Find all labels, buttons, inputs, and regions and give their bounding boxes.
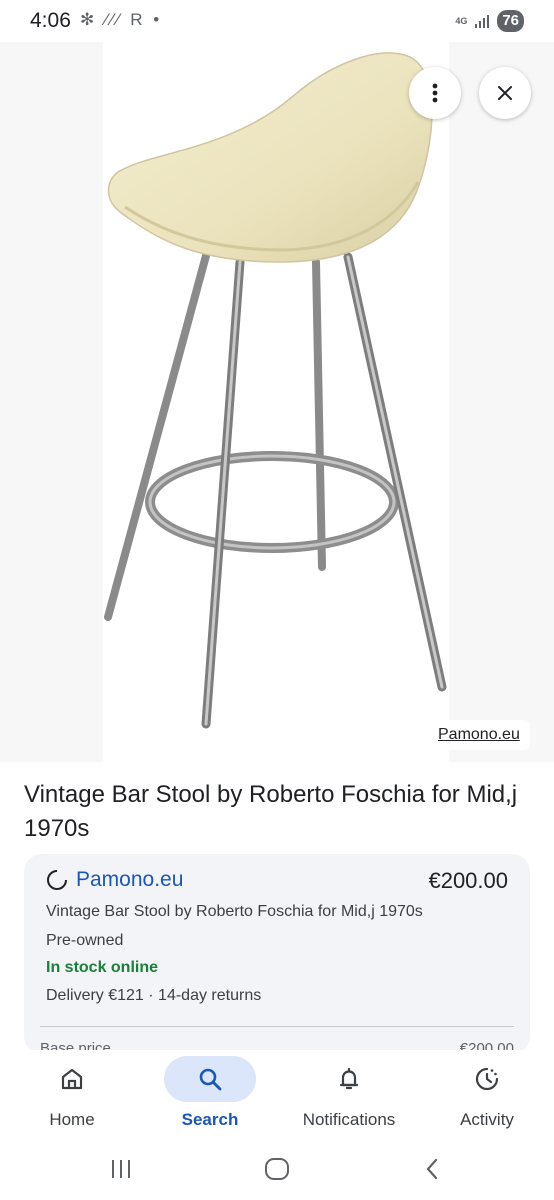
nav-search-pill: [164, 1056, 256, 1102]
delivery-info: Delivery €121 · 14-day returns: [46, 987, 262, 1004]
home-circle-icon: [265, 1158, 289, 1180]
nav-search-label: Search: [181, 1110, 239, 1129]
nav-home-pill: [26, 1056, 118, 1102]
recent-apps-icon: [112, 1160, 130, 1178]
nav-activity[interactable]: Activity: [415, 1054, 553, 1138]
merchant-logo-icon: [47, 869, 68, 890]
home-system-button[interactable]: [257, 1154, 297, 1184]
stock-status: In stock online: [46, 959, 159, 976]
recent-apps-button[interactable]: [101, 1154, 141, 1184]
nav-search[interactable]: Search: [138, 1054, 276, 1138]
card-divider: [40, 1026, 514, 1027]
nav-notifications-label: Notifications: [302, 1110, 396, 1129]
image-source-link[interactable]: Pamono.eu: [428, 720, 530, 750]
home-icon: [61, 1068, 83, 1090]
product-title: Vintage Bar Stool by Roberto Foschia for…: [24, 781, 518, 842]
bar-stool-image: [104, 52, 447, 729]
bell-icon: [339, 1067, 359, 1090]
status-bar: 4:06 ✻ ⁄⁄⁄ R • 4G 76: [0, 0, 554, 42]
condition-label: Pre-owned: [46, 932, 124, 949]
network-type: 4G: [455, 15, 468, 26]
nav-activity-label: Activity: [460, 1110, 514, 1129]
battery-indicator: 76: [497, 10, 524, 32]
offer-description: Vintage Bar Stool by Roberto Foschia for…: [46, 903, 423, 920]
nav-notifications-pill: [303, 1056, 395, 1102]
merchant-name[interactable]: Pamono.eu: [76, 868, 183, 892]
back-button[interactable]: [412, 1154, 452, 1184]
nav-home[interactable]: Home: [0, 1054, 138, 1138]
activity-icon: [475, 1067, 499, 1091]
bottom-navigation: Home Search Notifications Activity: [0, 1050, 554, 1140]
more-vert-icon: [432, 83, 438, 103]
system-navigation-bar: [0, 1140, 554, 1200]
search-icon: [199, 1068, 222, 1091]
close-button[interactable]: [479, 67, 531, 119]
status-time: 4:06: [30, 9, 71, 32]
offer-price: €200.00: [428, 868, 508, 893]
status-right-group: 4G 76: [455, 9, 524, 33]
close-icon: [498, 86, 512, 100]
nav-notifications[interactable]: Notifications: [277, 1054, 415, 1138]
product-image-viewer[interactable]: Pamono.eu: [0, 42, 554, 762]
notification-icons: ✻ ⁄⁄⁄ R •: [80, 10, 163, 29]
back-chevron-icon: [426, 1158, 438, 1180]
merchant-row[interactable]: Pamono.eu: [46, 868, 183, 892]
signal-icon: [475, 14, 490, 28]
nav-activity-pill: [441, 1056, 533, 1102]
more-options-button[interactable]: [409, 67, 461, 119]
nav-home-label: Home: [49, 1110, 95, 1129]
offer-card[interactable]: Pamono.eu €200.00 Vintage Bar Stool by R…: [24, 854, 530, 1054]
